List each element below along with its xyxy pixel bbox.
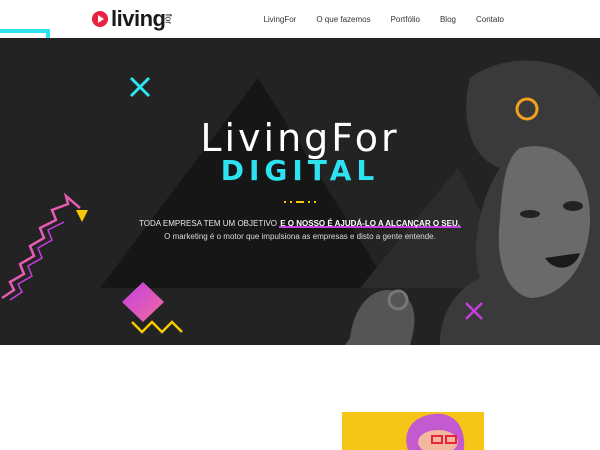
brand-suffix: for (163, 13, 174, 25)
hero-decorations (1, 60, 600, 345)
tagline-prefix: TODA EMPRESA TEM UM OBJETIVO (139, 219, 280, 228)
nav-item-contato[interactable]: Contato (476, 15, 504, 24)
brand-name: living (111, 6, 166, 31)
nav-item-portfolio[interactable]: Portfólio (391, 15, 420, 24)
cyan-x-icon (129, 76, 151, 98)
main-nav: LivingFor O que fazemos Portfólio Blog C… (243, 15, 504, 24)
dotted-divider (284, 201, 316, 203)
nav-item-o-que-fazemos[interactable]: O que fazemos (316, 15, 370, 24)
nav-item-blog[interactable]: Blog (440, 15, 456, 24)
hero-tagline: TODA EMPRESA TEM UM OBJETIVO E O NOSSO É… (0, 219, 600, 228)
play-icon (92, 11, 108, 27)
portfolio-image (342, 412, 484, 450)
pop-art-illustration (406, 413, 465, 450)
hero-banner: LivingFor DIGITAL TODA EMPRESA TEM UM OB… (0, 38, 600, 345)
brand-logo[interactable]: living for (92, 6, 174, 32)
site-header: living for LivingFor O que fazemos Portf… (0, 0, 600, 38)
hero-description: O marketing é o motor que impulsiona as … (164, 232, 436, 241)
tagline-highlight: E O NOSSO É AJUDÁ-LO A ALCANÇAR O SEU. (279, 219, 461, 228)
yellow-zigzag (131, 320, 183, 334)
hero-subtitle: DIGITAL (220, 154, 380, 187)
nav-item-livingfor[interactable]: LivingFor (263, 15, 296, 24)
